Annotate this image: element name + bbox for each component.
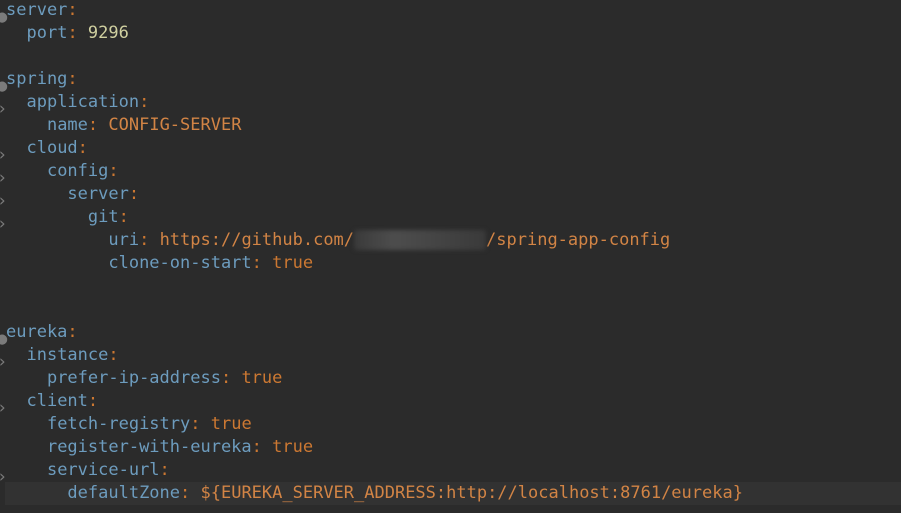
yaml-key: spring bbox=[6, 69, 68, 89]
yaml-key: instance bbox=[26, 345, 109, 365]
yaml-key: application bbox=[26, 92, 140, 112]
code-line[interactable]: ● server: bbox=[0, 0, 901, 27]
code-line[interactable]: › cloud: bbox=[0, 137, 901, 165]
fold-marker-icon[interactable]: › bbox=[0, 397, 7, 418]
yaml-key: register-with-eureka bbox=[46, 437, 252, 457]
yaml-key: defaultZone bbox=[67, 483, 181, 503]
yaml-key: server bbox=[6, 0, 68, 20]
yaml-value: true bbox=[241, 368, 283, 388]
code-line[interactable]: › application: bbox=[0, 91, 901, 119]
yaml-key: fetch-registry bbox=[46, 414, 191, 434]
yaml-editor[interactable]: ● server: port: 9296 ● spring: › applica… bbox=[0, 0, 901, 513]
code-line[interactable]: ● eureka: bbox=[0, 321, 901, 349]
code-line[interactable]: port: 9296 bbox=[0, 22, 901, 45]
code-line[interactable]: ● spring: bbox=[0, 68, 901, 96]
yaml-value: 9296 bbox=[87, 23, 129, 43]
yaml-key: service-url bbox=[46, 460, 160, 480]
code-line[interactable]: › service-url: bbox=[0, 459, 901, 487]
fold-marker-icon[interactable]: › bbox=[0, 98, 7, 119]
yaml-key: server bbox=[67, 184, 129, 204]
fold-marker-icon[interactable]: ● bbox=[0, 6, 7, 27]
code-line[interactable]: › server: bbox=[0, 183, 901, 211]
yaml-value: CONFIG-SERVER bbox=[108, 115, 242, 135]
yaml-key: eureka bbox=[6, 322, 68, 342]
yaml-value: https://github.com/ bbox=[159, 230, 355, 250]
code-line[interactable]: register-with-eureka: true bbox=[0, 436, 901, 459]
yaml-key: uri bbox=[108, 230, 140, 250]
code-line[interactable]: name: CONFIG-SERVER bbox=[0, 114, 901, 137]
fold-marker-icon[interactable]: › bbox=[0, 466, 7, 487]
yaml-value: true bbox=[272, 437, 314, 457]
code-line[interactable]: › git: bbox=[0, 206, 901, 234]
yaml-value: true bbox=[210, 414, 252, 434]
yaml-value: true bbox=[272, 253, 314, 273]
code-line[interactable]: › client: bbox=[0, 390, 901, 418]
code-line[interactable]: › config: bbox=[0, 160, 901, 188]
yaml-key: config bbox=[46, 161, 109, 181]
code-line[interactable]: uri: https://github.com//spring-app-conf… bbox=[0, 229, 901, 252]
code-line[interactable]: fetch-registry: true bbox=[0, 413, 901, 436]
yaml-key: client bbox=[26, 391, 88, 411]
code-line-current[interactable]: defaultZone: ${EUREKA_SERVER_ADDRESS:htt… bbox=[5, 482, 901, 505]
fold-marker-icon[interactable]: › bbox=[0, 190, 7, 211]
yaml-key: name bbox=[46, 115, 88, 135]
fold-marker-icon[interactable]: ● bbox=[0, 75, 7, 96]
code-line[interactable]: clone-on-start: true bbox=[0, 252, 901, 275]
fold-marker-icon[interactable]: › bbox=[0, 144, 7, 165]
redacted-username bbox=[354, 230, 487, 250]
yaml-key: cloud bbox=[26, 138, 78, 158]
fold-marker-icon[interactable]: ● bbox=[0, 328, 7, 349]
code-line[interactable]: › instance: bbox=[0, 344, 901, 372]
yaml-value: /spring-app-config bbox=[486, 230, 671, 250]
yaml-key: port bbox=[26, 23, 68, 43]
fold-marker-icon[interactable]: › bbox=[0, 167, 7, 188]
yaml-key: git bbox=[87, 207, 119, 227]
colon: : bbox=[67, 0, 78, 20]
yaml-key: prefer-ip-address bbox=[46, 368, 221, 388]
code-line[interactable]: prefer-ip-address: true bbox=[0, 367, 901, 390]
yaml-key: clone-on-start bbox=[108, 253, 252, 273]
yaml-value: ${EUREKA_SERVER_ADDRESS:http://localhost… bbox=[200, 483, 743, 503]
fold-marker-icon[interactable]: › bbox=[0, 213, 7, 234]
fold-marker-icon[interactable]: › bbox=[0, 351, 7, 372]
